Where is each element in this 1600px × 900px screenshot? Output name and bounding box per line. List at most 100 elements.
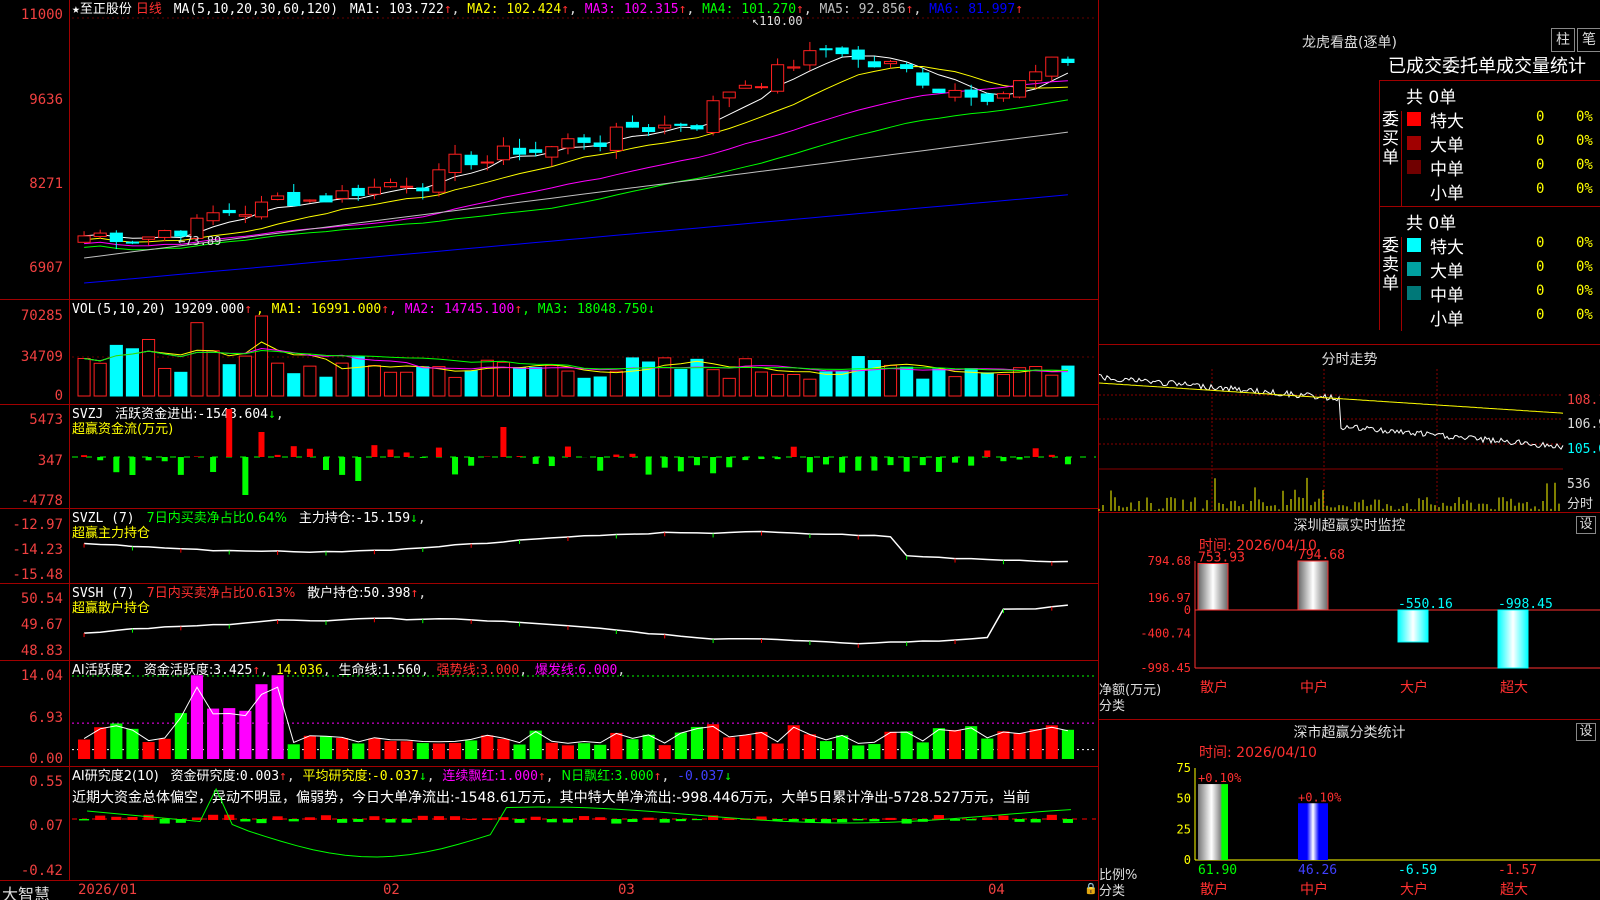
ai-research-pane[interactable]: 0.55 0.07 -0.42 AI研究度2(10) 资金研究度:0.003↑,… bbox=[0, 767, 1098, 880]
order-pct: 0% bbox=[1576, 259, 1593, 275]
kline-pane[interactable]: 11000 9636 8271 6907 ★至正股份 日线 MA(5,10,20,… bbox=[0, 0, 1098, 300]
active-bar bbox=[594, 744, 607, 759]
volume-bar bbox=[658, 357, 672, 397]
svzj-pane[interactable]: 5473 347 -4778 SVZJ 活跃资金进出:-1548.604↓, 超… bbox=[0, 405, 1098, 509]
candle-body bbox=[206, 212, 220, 222]
order-pct: 0% bbox=[1576, 109, 1593, 125]
order-pct: 0% bbox=[1576, 157, 1593, 173]
research-bar bbox=[1030, 819, 1041, 823]
research-bar bbox=[466, 818, 477, 820]
svsh-y-axis: 50.54 49.67 48.83 bbox=[0, 584, 70, 660]
flow-bar bbox=[903, 457, 910, 472]
order-count: 0 bbox=[1536, 235, 1545, 251]
ma-value: MA6: 81.997 bbox=[921, 2, 1016, 17]
flow-bar bbox=[355, 457, 362, 481]
ai-active-y-axis: 14.04 6.93 0.00 bbox=[0, 661, 70, 767]
ai-active-pane[interactable]: 14.04 6.93 0.00 AI活跃度2 资金活跃度:3.425↑, 14.… bbox=[0, 661, 1098, 767]
research-bar bbox=[966, 819, 977, 821]
flow-bar bbox=[984, 450, 991, 457]
ratio-change-label: +0.10% bbox=[1298, 790, 1342, 804]
volume-bar bbox=[609, 370, 623, 397]
volume-bar bbox=[432, 366, 446, 397]
sz-monitor-y-label: 794.68 bbox=[1148, 554, 1191, 568]
low-marker: ←73.89 bbox=[178, 234, 222, 248]
intraday-panel[interactable]: 分时走势 108.1 106.9 105.6 536 分时 bbox=[1098, 345, 1600, 513]
research-bar bbox=[1046, 814, 1057, 820]
price-line bbox=[1098, 373, 1564, 450]
brand-label: 大智慧 bbox=[2, 885, 51, 900]
active-bar bbox=[303, 735, 316, 759]
flow-bar bbox=[919, 457, 926, 466]
flow-bar bbox=[129, 457, 136, 475]
order-size-name: 中单 bbox=[1430, 160, 1464, 180]
flow-bar bbox=[645, 457, 652, 475]
candle-body bbox=[545, 146, 559, 158]
active-bar bbox=[352, 743, 365, 759]
order-pct: 0% bbox=[1576, 283, 1593, 299]
active-bar bbox=[416, 743, 429, 759]
sell-total: 共 0单 bbox=[1406, 214, 1457, 234]
candle-body bbox=[561, 138, 575, 149]
order-size-name: 小单 bbox=[1430, 310, 1464, 330]
kline-y-label: 6907 bbox=[29, 260, 63, 276]
sz-monitor-xlabel: 分类 bbox=[1099, 699, 1126, 714]
sz-monitor-panel[interactable]: 深圳超赢实时监控 设 时间: 2026/04/10 794.68 196.97 0-… bbox=[1098, 513, 1600, 720]
svzl-pane[interactable]: -12.97 -14.23 -15.48 SVZL (7) 7日内买卖净占比0.… bbox=[0, 509, 1098, 584]
flow-bar bbox=[597, 457, 604, 471]
svsh-chart bbox=[83, 604, 1068, 648]
ratio-value-label: 46.26 bbox=[1298, 863, 1337, 878]
volume-bar bbox=[287, 373, 301, 397]
candle-body bbox=[1045, 56, 1059, 77]
research-bar bbox=[1062, 819, 1073, 823]
order-pct: 0% bbox=[1576, 133, 1593, 149]
research-bar bbox=[675, 819, 686, 822]
candle-body bbox=[142, 236, 156, 240]
candle-body bbox=[432, 169, 446, 193]
tick-mode-button[interactable]: 笔 bbox=[1577, 28, 1600, 52]
flow-bar bbox=[403, 452, 410, 457]
color-swatch bbox=[1407, 136, 1421, 150]
category-label: 大户 bbox=[1400, 881, 1428, 898]
research-bar bbox=[95, 815, 106, 820]
volume-bar bbox=[303, 365, 317, 397]
intraday-title: 分时走势 bbox=[1321, 352, 1378, 368]
ai-research-chart bbox=[72, 787, 1096, 858]
lock-icon[interactable]: 🔒 bbox=[1084, 882, 1098, 895]
flow-bar bbox=[1032, 448, 1039, 457]
star-icon[interactable]: ★ bbox=[72, 2, 80, 17]
active-bar bbox=[545, 742, 558, 759]
candle-body bbox=[867, 61, 881, 68]
volume-bar bbox=[512, 367, 527, 397]
research-bar bbox=[530, 816, 541, 820]
candle-body bbox=[658, 124, 672, 129]
svsh-pane[interactable]: 50.54 49.67 48.83 SVSH (7) 7日内买卖净占比0.613… bbox=[0, 584, 1098, 661]
order-count: 0 bbox=[1536, 259, 1545, 275]
flow-bar bbox=[887, 457, 894, 466]
candle-body bbox=[93, 232, 107, 237]
period-label[interactable]: 日线 bbox=[136, 2, 162, 17]
candle-body bbox=[738, 84, 752, 89]
active-bar bbox=[158, 738, 171, 759]
research-bar bbox=[820, 819, 832, 823]
ma-header: MA(5,10,20,30,60,120) bbox=[173, 2, 339, 17]
sz-class-panel[interactable]: 深市超赢分类统计 设 时间: 2026/04/10 75 50 25 0 +0.10% 6… bbox=[1098, 720, 1600, 900]
active-bar bbox=[497, 738, 510, 759]
dragon-tabs[interactable]: 已成交委托单成交量统计 bbox=[1386, 54, 1600, 80]
dragon-panel: 龙虎看盘(逐单) 柱 笔 已成交委托单成交量统计 委买单 共 0单 特大 0 0% 大… bbox=[1098, 0, 1600, 345]
net-bar-label: 753.93 bbox=[1198, 551, 1245, 566]
volume-y-label: 34709 bbox=[20, 349, 63, 365]
volume-pane[interactable]: 70285 34709 0 VOL(5,10,20) 19209.000↑, M… bbox=[0, 300, 1098, 405]
volume-bar bbox=[351, 356, 365, 397]
active-bar bbox=[319, 736, 333, 759]
bar-mode-button[interactable]: 柱 bbox=[1551, 28, 1575, 52]
flow-bar bbox=[210, 457, 217, 473]
flow-bar bbox=[339, 457, 346, 475]
flow-bar bbox=[1000, 457, 1007, 462]
volume-bar bbox=[883, 364, 898, 397]
net-bar-label: -550.16 bbox=[1398, 597, 1453, 612]
volume-bar bbox=[1045, 374, 1059, 397]
svzj-y-label: 5473 bbox=[29, 412, 63, 428]
flow-bar bbox=[258, 432, 265, 457]
flow-bar bbox=[371, 445, 378, 457]
ma-line bbox=[84, 99, 1068, 251]
